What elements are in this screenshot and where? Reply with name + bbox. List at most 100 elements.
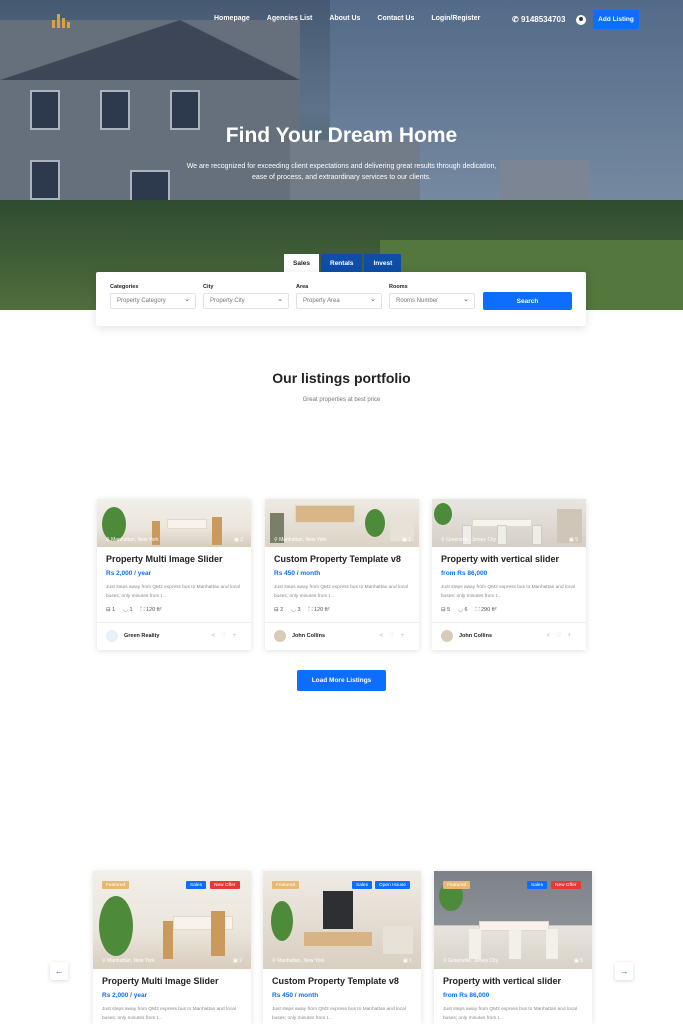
featured-price: Rs 450 / month xyxy=(272,992,319,999)
listing-card[interactable]: ⚲ Manhattan, New York ▣ 1 Custom Propert… xyxy=(265,499,419,650)
listing-price: Rs 2,000 / year xyxy=(106,570,152,577)
agent-name[interactable]: John Collins xyxy=(292,633,325,639)
listing-price: from Rs 86,000 xyxy=(441,570,488,577)
nav-contact-us[interactable]: Contact Us xyxy=(377,15,414,22)
portfolio-title: Our listings portfolio xyxy=(272,370,411,386)
nav-links: Homepage Agencies List About Us Contact … xyxy=(214,15,497,22)
listing-card[interactable]: ⚲ Greenville, Jersey City ▣ 5 Property w… xyxy=(432,499,586,650)
listing-card[interactable]: ⚲ Manhattan, New York ▣ 2 Property Multi… xyxy=(97,499,251,650)
photo-count-text: 5 xyxy=(575,537,578,543)
categories-select[interactable]: Property Category xyxy=(110,293,196,309)
size-meta: ⛶ 120 ft² xyxy=(309,607,330,614)
featured-price: Rs 2,000 / year xyxy=(102,992,148,999)
nav-agencies-list[interactable]: Agencies List xyxy=(267,15,313,22)
rooms-field: Rooms Rooms Number xyxy=(389,284,475,309)
avatar[interactable] xyxy=(441,630,453,642)
photo-count-text: 1 xyxy=(408,537,411,543)
phone-text: 9148534703 xyxy=(520,15,566,24)
area-label: Area xyxy=(296,284,309,290)
featured-title[interactable]: Property with vertical slider xyxy=(443,976,561,986)
featured-card[interactable]: Featured Sales Open House ⚲ Manhattan, N… xyxy=(263,871,421,1024)
search-button[interactable]: Search xyxy=(483,292,572,310)
phone-icon: ✆ xyxy=(512,15,521,24)
listing-meta: ⊟ 2 ◡ 3 ⛶ 120 ft² xyxy=(274,607,330,614)
photo-count-text: 1 xyxy=(409,958,412,964)
photo-count: ▣ 1 xyxy=(402,537,411,543)
listing-location: ⚲ Manhattan, New York xyxy=(106,537,159,543)
sales-badge: Sales xyxy=(186,881,206,889)
nav-homepage[interactable]: Homepage xyxy=(214,15,250,22)
featured-badge: Featured xyxy=(272,881,300,889)
share-icon[interactable]: < xyxy=(547,633,557,639)
plus-icon[interactable]: + xyxy=(400,633,410,639)
avatar[interactable] xyxy=(274,630,286,642)
tab-rentals[interactable]: Rentals xyxy=(321,254,363,273)
size-value: 120 ft² xyxy=(145,607,162,613)
featured-description: Just steps away from QM2 express bus to … xyxy=(443,1007,577,1021)
featured-title[interactable]: Property Multi Image Slider xyxy=(102,976,219,986)
photo-count-text: 2 xyxy=(240,537,243,543)
baths-meta: ◡ 6 xyxy=(458,607,467,614)
add-listing-button[interactable]: Add Listing xyxy=(593,10,639,29)
top-navbar: Homepage Agencies List About Us Contact … xyxy=(0,0,683,40)
hero-subtitle: We are recognized for exceeding client e… xyxy=(186,163,497,181)
nav-about-us[interactable]: About Us xyxy=(329,15,360,22)
phone-number[interactable]: ✆ 9148534703 xyxy=(512,15,565,24)
location-text: Greenville, Jersey City xyxy=(446,537,497,543)
heart-icon[interactable]: ♡ xyxy=(389,633,400,639)
user-icon[interactable] xyxy=(576,15,586,25)
share-icon[interactable]: < xyxy=(212,633,222,639)
size-meta: ⛶ 120 ft² xyxy=(141,607,162,614)
featured-description: Just steps away from QM2 express bus to … xyxy=(102,1007,236,1021)
baths-value: 3 xyxy=(297,607,301,613)
tab-sales[interactable]: Sales xyxy=(284,254,319,273)
card-divider xyxy=(97,622,251,623)
hero-title: Find Your Dream Home xyxy=(225,124,458,147)
tab-invest[interactable]: Invest xyxy=(364,254,402,273)
featured-card[interactable]: Featured Sales New Offer ⚲ Greenville, J… xyxy=(434,871,592,1024)
offer-badge: New Offer xyxy=(210,881,240,889)
listing-title[interactable]: Property Multi Image Slider xyxy=(106,554,223,564)
area-select[interactable]: Property Area xyxy=(296,293,382,309)
rooms-select[interactable]: Rooms Number xyxy=(389,293,475,309)
nav-login-register[interactable]: Login/Register xyxy=(431,15,480,22)
size-value: 120 ft² xyxy=(313,607,330,613)
agent-name[interactable]: John Collins xyxy=(459,633,492,639)
size-meta: ⛶ 290 ft² xyxy=(476,607,497,614)
listing-description: Just steps away from QM2 express bus to … xyxy=(274,585,408,599)
card-actions: <♡+ xyxy=(380,632,410,639)
location-text: Manhattan, New York xyxy=(111,537,159,543)
load-more-button[interactable]: Load More Listings xyxy=(297,670,386,691)
beds-value: 2 xyxy=(280,607,284,613)
card-divider xyxy=(432,622,586,623)
card-divider xyxy=(265,622,419,623)
heart-icon[interactable]: ♡ xyxy=(221,633,232,639)
beds-meta: ⊟ 1 xyxy=(106,607,115,614)
photo-count: ▣ 2 xyxy=(234,537,243,543)
baths-value: 1 xyxy=(129,607,133,613)
plus-icon[interactable]: + xyxy=(232,633,242,639)
listing-title[interactable]: Property with vertical slider xyxy=(441,554,559,564)
arrow-left-icon[interactable]: ← xyxy=(50,962,68,980)
agent-name[interactable]: Green Reality xyxy=(124,633,159,639)
logo-icon[interactable] xyxy=(50,12,72,28)
heart-icon[interactable]: ♡ xyxy=(556,633,567,639)
portfolio-subtitle: Great properties at best price xyxy=(302,397,381,403)
listing-meta: ⊟ 1 ◡ 1 ⛶ 120 ft² xyxy=(106,607,162,614)
card-actions: <♡+ xyxy=(212,632,242,639)
listing-title[interactable]: Custom Property Template v8 xyxy=(274,554,401,564)
share-icon[interactable]: < xyxy=(380,633,390,639)
featured-badge: Featured xyxy=(102,881,130,889)
featured-card[interactable]: Featured Sales New Offer ⚲ Manhattan, Ne… xyxy=(93,871,251,1024)
featured-price: from Rs 86,000 xyxy=(443,992,490,999)
city-select[interactable]: Property City xyxy=(203,293,289,309)
baths-meta: ◡ 3 xyxy=(291,607,300,614)
arrow-right-icon[interactable]: → xyxy=(615,962,633,980)
avatar[interactable] xyxy=(106,630,118,642)
featured-location: ⚲ Manhattan, New York xyxy=(272,958,325,964)
plus-icon[interactable]: + xyxy=(567,633,577,639)
categories-field: Categories Property Category xyxy=(110,284,196,309)
featured-title[interactable]: Custom Property Template v8 xyxy=(272,976,399,986)
featured-location: ⚲ Greenville, Jersey City xyxy=(443,958,498,964)
location-text: Manhattan, New York xyxy=(279,537,327,543)
